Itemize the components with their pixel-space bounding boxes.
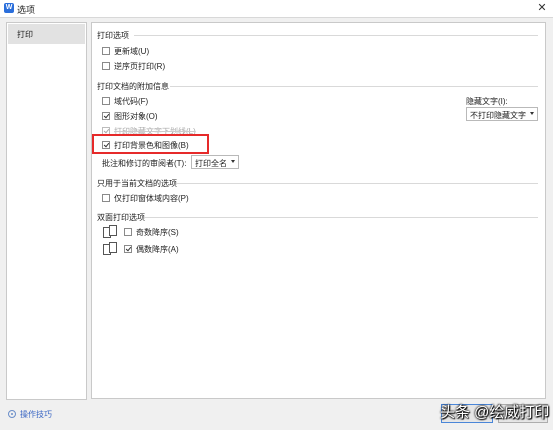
divider (144, 217, 538, 218)
drawing-objects-checkbox[interactable] (102, 112, 110, 120)
even-pages-icon (103, 242, 120, 255)
current-doc-heading: 只用于当前文档的选项 (97, 179, 177, 188)
hidden-text-label: 隐藏文字(I): (466, 97, 508, 106)
chevron-down-icon (231, 160, 235, 163)
category-sidebar: 打印 (6, 22, 87, 400)
close-icon[interactable]: ✕ (534, 1, 550, 15)
print-options-heading: 打印选项 (97, 31, 129, 40)
settings-panel (91, 22, 546, 399)
app-icon: W (4, 3, 14, 13)
form-fields-only-label: 仅打印窗体域内容(P) (114, 194, 189, 203)
even-descending-checkbox[interactable] (124, 245, 132, 253)
sidebar-item-label: 打印 (17, 30, 33, 39)
hidden-text-select-value: 不打印隐藏文字 (470, 111, 526, 120)
highlight-box (92, 134, 209, 154)
title-bar: W 选项 ✕ (0, 0, 553, 18)
field-codes-label: 域代码(F) (114, 97, 149, 106)
divider (176, 183, 538, 184)
tips-link[interactable]: 操作技巧 (20, 409, 52, 420)
chevron-down-icon (530, 112, 534, 115)
sidebar-item-print[interactable]: 打印 (8, 24, 85, 44)
reverse-order-label: 逆序页打印(R) (114, 62, 166, 71)
update-fields-checkbox[interactable] (102, 47, 110, 55)
odd-descending-label: 奇数降序(S) (136, 228, 179, 237)
duplex-heading: 双面打印选项 (97, 213, 145, 222)
reverse-order-checkbox[interactable] (102, 62, 110, 70)
reviewer-select-value: 打印全名 (195, 159, 227, 168)
divider (134, 35, 538, 36)
tips-icon[interactable] (8, 410, 16, 418)
form-fields-only-checkbox[interactable] (102, 194, 110, 202)
update-fields-label: 更新域(U) (114, 47, 150, 56)
hidden-text-select[interactable]: 不打印隐藏文字 (466, 107, 538, 121)
reviewer-label: 批注和修订的审阅者(T): (102, 159, 187, 168)
drawing-objects-label: 图形对象(O) (114, 112, 158, 121)
even-descending-label: 偶数降序(A) (136, 245, 179, 254)
odd-pages-icon (103, 225, 120, 238)
reviewer-select[interactable]: 打印全名 (191, 155, 239, 169)
window-title: 选项 (17, 5, 36, 15)
field-codes-checkbox[interactable] (102, 97, 110, 105)
additional-info-heading: 打印文档的附加信息 (97, 82, 169, 91)
odd-descending-checkbox[interactable] (124, 228, 132, 236)
watermark: 头条 @绘威打印 (440, 404, 550, 421)
divider (170, 86, 538, 87)
